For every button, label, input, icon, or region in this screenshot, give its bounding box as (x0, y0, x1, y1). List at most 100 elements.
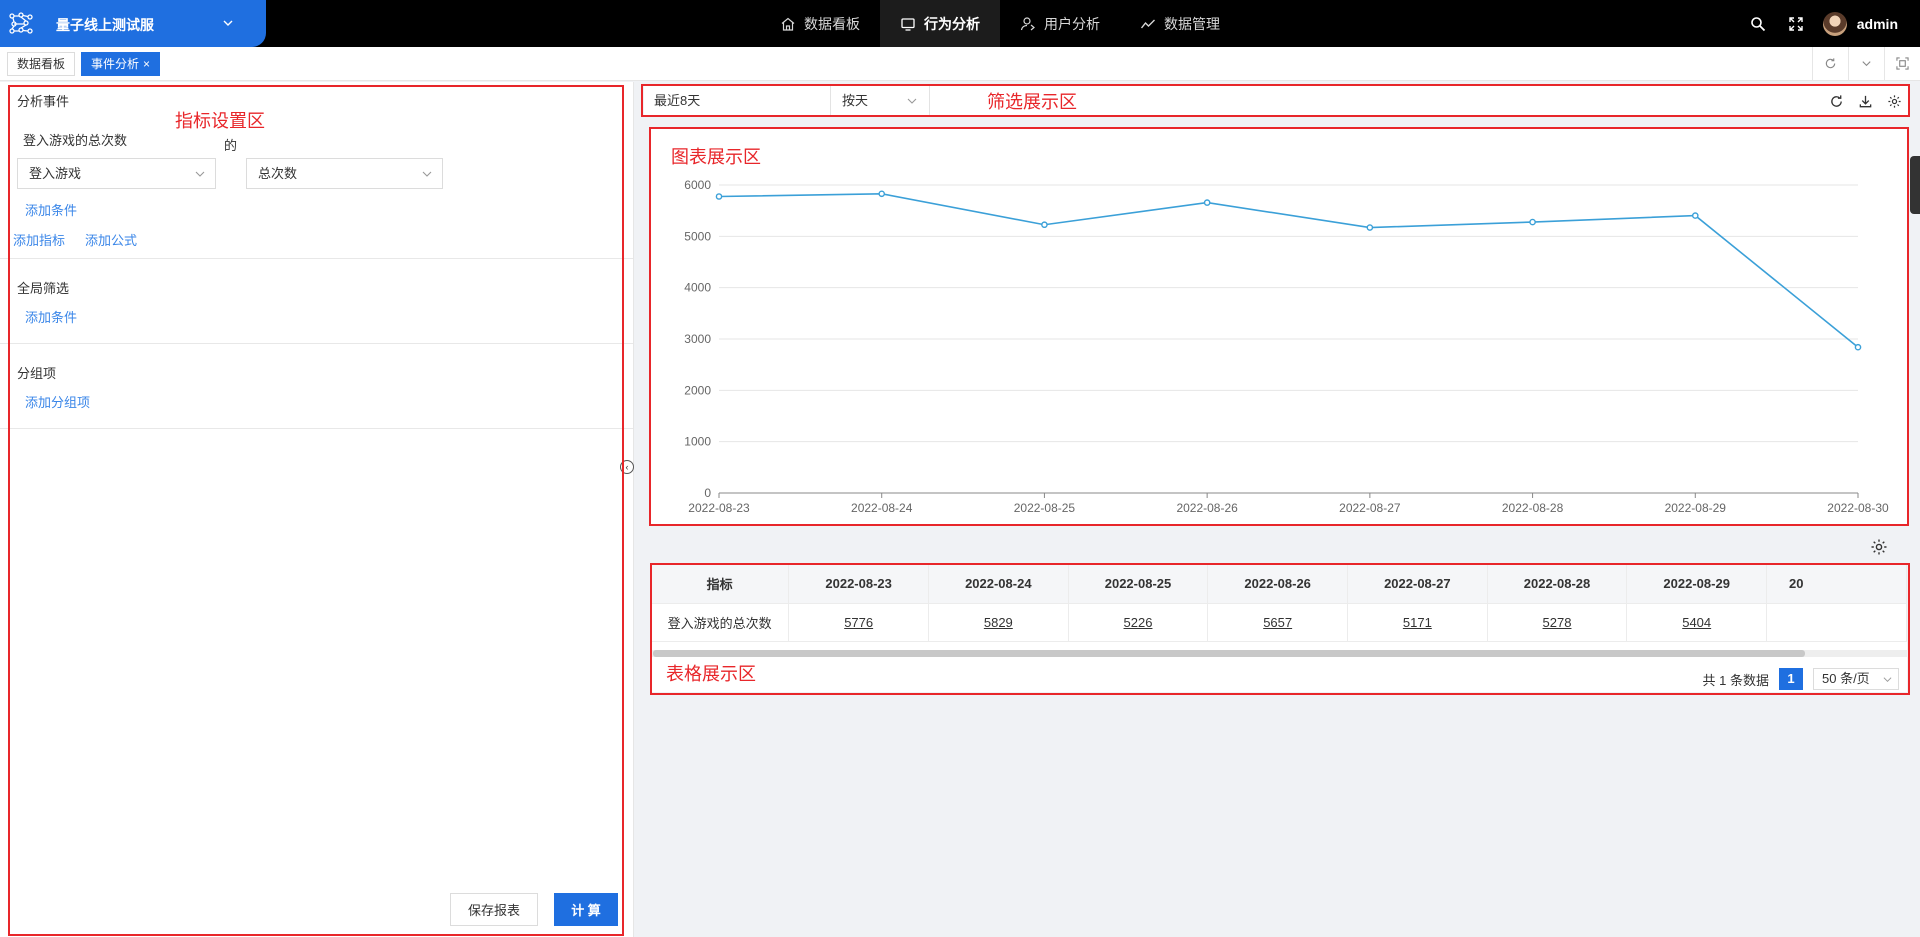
table-header-cell[interactable]: 2022-08-28 (1487, 565, 1628, 604)
line-chart[interactable]: 0 1000 2000 3000 4000 5000 6000 2022-08-23 2022-… (649, 127, 1907, 525)
filter-tools (1829, 86, 1902, 116)
add-formula-link[interactable]: 添加公式 (85, 230, 137, 249)
data-point (1203, 199, 1211, 206)
logo-icon (9, 12, 33, 34)
granularity-value: 按天 (842, 93, 869, 108)
add-metric-link[interactable]: 添加指标 (13, 230, 65, 249)
x-tick-label: 2022-08-27 (1339, 501, 1401, 515)
table-header-cell[interactable]: 2022-08-25 (1068, 565, 1209, 604)
table-cell-link[interactable]: 5657 (1263, 615, 1292, 630)
tab-label: 数据看板 (17, 57, 66, 71)
data-point (1529, 218, 1536, 226)
y-tick-label: 3000 (684, 332, 711, 346)
download-icon[interactable] (1858, 94, 1873, 109)
table-cell-link[interactable]: 5226 (1124, 615, 1153, 630)
maximize-button[interactable] (1884, 47, 1920, 80)
divider (0, 343, 633, 344)
user-icon (1020, 16, 1035, 30)
x-tick-label: 2022-08-30 (1827, 501, 1889, 515)
gear-icon[interactable] (1870, 538, 1888, 556)
filter-bar: 最近8天 按天 (644, 86, 1908, 116)
table-cell-link[interactable]: 5278 (1543, 615, 1572, 630)
chevron-down-icon (1883, 677, 1892, 683)
nav-item-data-management[interactable]: 数据管理 (1120, 0, 1240, 47)
global-filter-title: 全局筛选 (17, 281, 70, 296)
nav-label: 数据管理 (1164, 15, 1220, 32)
nav-item-behavior-analysis[interactable]: 行为分析 (880, 0, 1000, 47)
collapse-panel-button[interactable]: ‹ (620, 460, 634, 474)
table-header-cell[interactable]: 2022-08-27 (1347, 565, 1488, 604)
date-range-value: 最近8天 (654, 93, 701, 108)
top-right-tools: admin (1739, 0, 1920, 47)
add-condition-link[interactable]: 添加条件 (25, 200, 77, 219)
refresh-tab-button[interactable] (1812, 47, 1848, 80)
save-report-label: 保存报表 (467, 903, 520, 918)
data-point (1854, 343, 1862, 351)
table-header-cell[interactable]: 20 (1766, 565, 1907, 604)
group-title: 分组项 (17, 366, 57, 381)
avatar[interactable] (1822, 11, 1847, 36)
chevron-down-icon (195, 171, 205, 177)
data-point (1041, 221, 1048, 229)
date-range-picker[interactable]: 最近8天 (644, 86, 831, 116)
table-cell-link[interactable]: 5776 (844, 615, 873, 630)
nav-item-dashboard[interactable]: 数据看板 (760, 0, 880, 47)
page-size-value: 50 条/页 (1822, 671, 1870, 686)
gear-icon[interactable] (1887, 94, 1902, 109)
table-header-cell[interactable]: 2022-08-26 (1207, 565, 1348, 604)
save-report-button[interactable]: 保存报表 (450, 893, 538, 926)
side-drawer-handle[interactable] (1910, 156, 1920, 214)
x-tick-label: 2022-08-28 (1502, 501, 1564, 515)
y-tick-label: 0 (704, 486, 711, 500)
measure-select[interactable]: 总次数 (246, 158, 443, 189)
table-row: 登入游戏的总次数 5776 5829 5226 5657 5171 5278 5… (651, 603, 1907, 642)
chevron-down-icon (223, 20, 233, 26)
page-number-button[interactable]: 1 (1779, 668, 1803, 690)
table-header-row: 指标 2022-08-23 2022-08-24 2022-08-25 2022… (651, 565, 1907, 604)
table-header-cell[interactable]: 2022-08-24 (928, 565, 1069, 604)
divider (0, 428, 633, 429)
tab-tools (1812, 47, 1920, 80)
project-switcher[interactable]: 量子线上测试服 (0, 0, 266, 47)
compute-button[interactable]: 计 算 (554, 893, 618, 926)
search-button[interactable] (1739, 0, 1777, 47)
tab-dashboard[interactable]: 数据看板 (7, 52, 76, 76)
annotation-label-chart: 图表展示区 (671, 147, 761, 168)
event-select-value: 登入游戏 (29, 166, 82, 181)
tab-menu-button[interactable] (1848, 47, 1884, 80)
table-cell-link[interactable]: 5171 (1403, 615, 1432, 630)
data-point (1691, 212, 1699, 219)
granularity-select[interactable]: 按天 (832, 86, 930, 116)
refresh-icon (1825, 58, 1836, 69)
table-header-cell[interactable]: 2022-08-23 (788, 565, 929, 604)
table-header-cell[interactable]: 2022-08-29 (1626, 565, 1768, 604)
metric-settings-panel: 分析事件 登入游戏的总次数 登入游戏 的 总次数 添加条件 添加指标 添加公式 … (0, 82, 634, 937)
chevron-down-icon (422, 171, 432, 177)
page-size-select[interactable]: 50 条/页 (1813, 668, 1899, 690)
add-group-link[interactable]: 添加分组项 (25, 392, 90, 411)
data-point (715, 193, 723, 200)
nav-item-user-analysis[interactable]: 用户分析 (1000, 0, 1120, 47)
tab-event-analysis[interactable]: 事件分析 × (81, 52, 161, 76)
table-cell-link[interactable]: 5404 (1682, 615, 1711, 630)
chart-card: 0 1000 2000 3000 4000 5000 6000 2022-08-23 2022-… (649, 127, 1907, 525)
table-header-cell: 指标 (651, 565, 790, 604)
close-icon[interactable]: × (143, 57, 150, 71)
x-tick-label: 2022-08-29 (1665, 501, 1727, 515)
top-bar: 量子线上测试服 数据看板 行为分析 用户分析 数据管理 admin (0, 0, 1920, 47)
y-tick-label: 1000 (684, 435, 711, 449)
username[interactable]: admin (1857, 16, 1898, 32)
refresh-icon[interactable] (1829, 94, 1844, 109)
global-add-condition-link[interactable]: 添加条件 (25, 307, 77, 326)
scrollbar-thumb[interactable] (653, 650, 1805, 657)
y-tick-label: 6000 (684, 178, 711, 192)
table-cell: 5171 (1347, 603, 1488, 642)
divider (0, 258, 633, 259)
horizontal-scrollbar[interactable] (651, 650, 1907, 657)
fullscreen-button[interactable] (1777, 0, 1815, 47)
event-select[interactable]: 登入游戏 (17, 158, 216, 189)
y-tick-label: 5000 (684, 229, 711, 243)
metric-name[interactable]: 登入游戏的总次数 (23, 130, 127, 149)
table-cell-link[interactable]: 5829 (984, 615, 1013, 630)
data-point (878, 190, 886, 198)
